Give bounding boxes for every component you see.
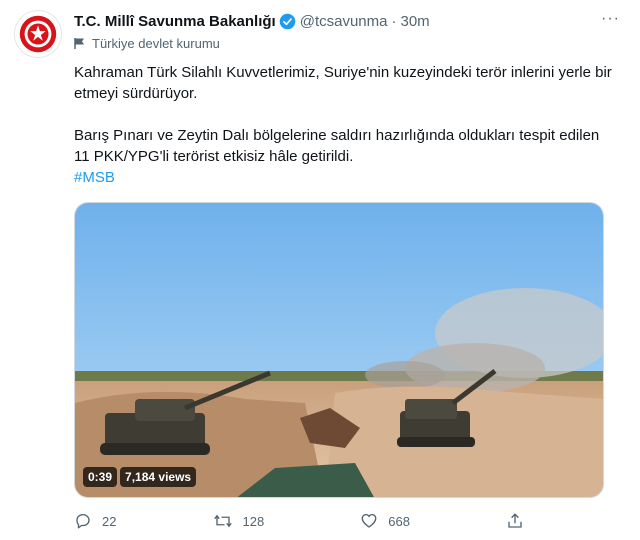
video-thumbnail (75, 203, 603, 497)
reply-count: 22 (102, 513, 117, 529)
account-label-text: Türkiye devlet kurumu (92, 36, 220, 51)
video-player[interactable]: 0:39 7,184 views (74, 202, 604, 498)
retweet-button[interactable]: 128 (213, 512, 265, 530)
reply-button[interactable]: 22 (74, 512, 116, 530)
like-count: 668 (388, 513, 410, 529)
heart-icon (361, 513, 377, 528)
more-options-icon[interactable]: ··· (601, 10, 620, 28)
separator-dot: · (391, 12, 397, 30)
retweet-icon (213, 514, 232, 528)
tweet-text: Kahraman Türk Silahlı Kuvvetlerimiz, Sur… (74, 62, 614, 188)
like-button[interactable]: 668 (360, 512, 410, 530)
tweet-paragraph-2: Barış Pınarı ve Zeytin Dalı bölgelerine … (74, 127, 600, 165)
reply-icon (76, 513, 90, 529)
user-handle[interactable]: @tcsavunma (300, 13, 388, 30)
video-duration: 0:39 (83, 467, 118, 487)
video-views: 7,184 views (120, 467, 197, 487)
display-name[interactable]: T.C. Millî Savunma Bakanlığı (74, 13, 276, 30)
tweet-header: T.C. Millî Savunma Bakanlığı @tcsavunma … (74, 10, 620, 32)
hashtag-link[interactable]: #MSB (74, 169, 115, 186)
verified-badge-icon (279, 13, 296, 30)
avatar[interactable] (14, 10, 62, 58)
retweet-count: 128 (242, 513, 265, 529)
video-overlay: 0:39 7,184 views (83, 467, 197, 487)
flag-icon (74, 38, 84, 49)
share-button[interactable] (506, 512, 524, 530)
tweet-actions: 22 128 668 (74, 512, 524, 530)
tweet-paragraph-1: Kahraman Türk Silahlı Kuvvetlerimiz, Sur… (74, 64, 612, 102)
timestamp[interactable]: 30m (400, 13, 429, 30)
tweet-card[interactable]: T.C. Millî Savunma Bakanlığı @tcsavunma … (0, 0, 640, 540)
account-label: Türkiye devlet kurumu (74, 36, 220, 51)
share-icon (508, 513, 522, 528)
